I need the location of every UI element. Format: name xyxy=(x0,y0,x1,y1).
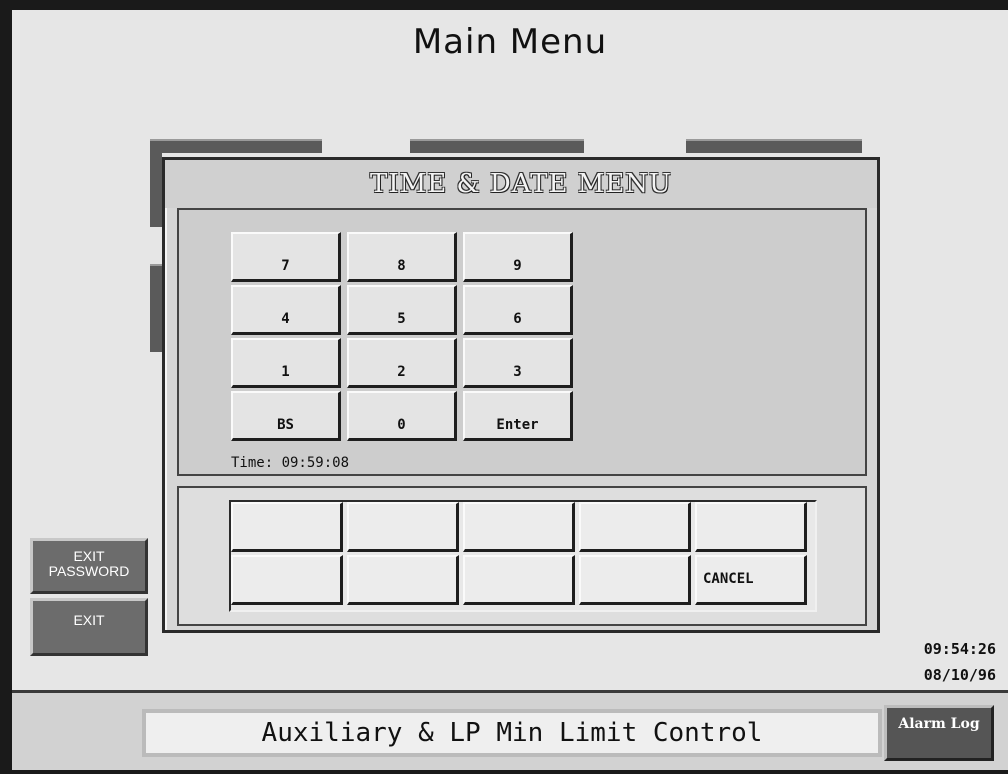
key-7[interactable]: 7 xyxy=(231,232,341,282)
screen-name-banner: Auxiliary & LP Min Limit Control xyxy=(142,709,882,757)
key-backspace[interactable]: BS xyxy=(231,391,341,441)
background-menu-tab xyxy=(150,139,162,227)
exit-label: EXIT xyxy=(73,612,105,628)
function-key[interactable] xyxy=(695,502,807,552)
function-key[interactable] xyxy=(579,502,691,552)
key-4[interactable]: 4 xyxy=(231,285,341,335)
background-menu-tab xyxy=(686,139,862,153)
function-key[interactable] xyxy=(231,502,343,552)
key-1[interactable]: 1 xyxy=(231,338,341,388)
cancel-button[interactable]: CANCEL xyxy=(695,555,807,605)
clock-time: 09:54:26 xyxy=(923,640,996,658)
time-readout: Time: 09:59:08 xyxy=(231,455,350,471)
exit-button[interactable]: EXIT xyxy=(30,598,148,656)
function-key[interactable] xyxy=(347,555,459,605)
key-enter[interactable]: Enter xyxy=(463,391,573,441)
key-3[interactable]: 3 xyxy=(463,338,573,388)
function-key[interactable] xyxy=(463,555,575,605)
clock-date: 08/10/96 xyxy=(923,666,996,684)
background-menu-tab xyxy=(410,139,584,153)
function-key[interactable] xyxy=(463,502,575,552)
key-6[interactable]: 6 xyxy=(463,285,573,335)
footer-bar: Auxiliary & LP Min Limit Control Alarm L… xyxy=(12,690,1008,770)
key-2[interactable]: 2 xyxy=(347,338,457,388)
dialog-title: TIME & DATE MENU xyxy=(165,160,877,208)
time-date-dialog: TIME & DATE MENU 7 8 9 4 5 6 1 2 3 BS 0 … xyxy=(162,157,880,633)
alarm-log-button[interactable]: Alarm Log xyxy=(884,705,994,761)
keypad-panel: 7 8 9 4 5 6 1 2 3 BS 0 Enter Time: 09:59… xyxy=(177,208,867,476)
hmi-screen: Main Menu TIME & DATE MENU 7 8 9 4 5 6 1… xyxy=(12,10,1008,770)
background-menu-tab xyxy=(152,139,322,153)
function-key-panel: CANCEL xyxy=(177,486,867,626)
background-menu-tab xyxy=(150,264,162,352)
key-0[interactable]: 0 xyxy=(347,391,457,441)
function-key-grid: CANCEL xyxy=(229,500,817,612)
key-5[interactable]: 5 xyxy=(347,285,457,335)
function-key[interactable] xyxy=(347,502,459,552)
page-title: Main Menu xyxy=(412,22,608,62)
key-9[interactable]: 9 xyxy=(463,232,573,282)
key-8[interactable]: 8 xyxy=(347,232,457,282)
exit-password-label: EXIT PASSWORD xyxy=(48,548,130,579)
exit-password-button[interactable]: EXIT PASSWORD xyxy=(30,538,148,594)
function-key[interactable] xyxy=(231,555,343,605)
function-key[interactable] xyxy=(579,555,691,605)
